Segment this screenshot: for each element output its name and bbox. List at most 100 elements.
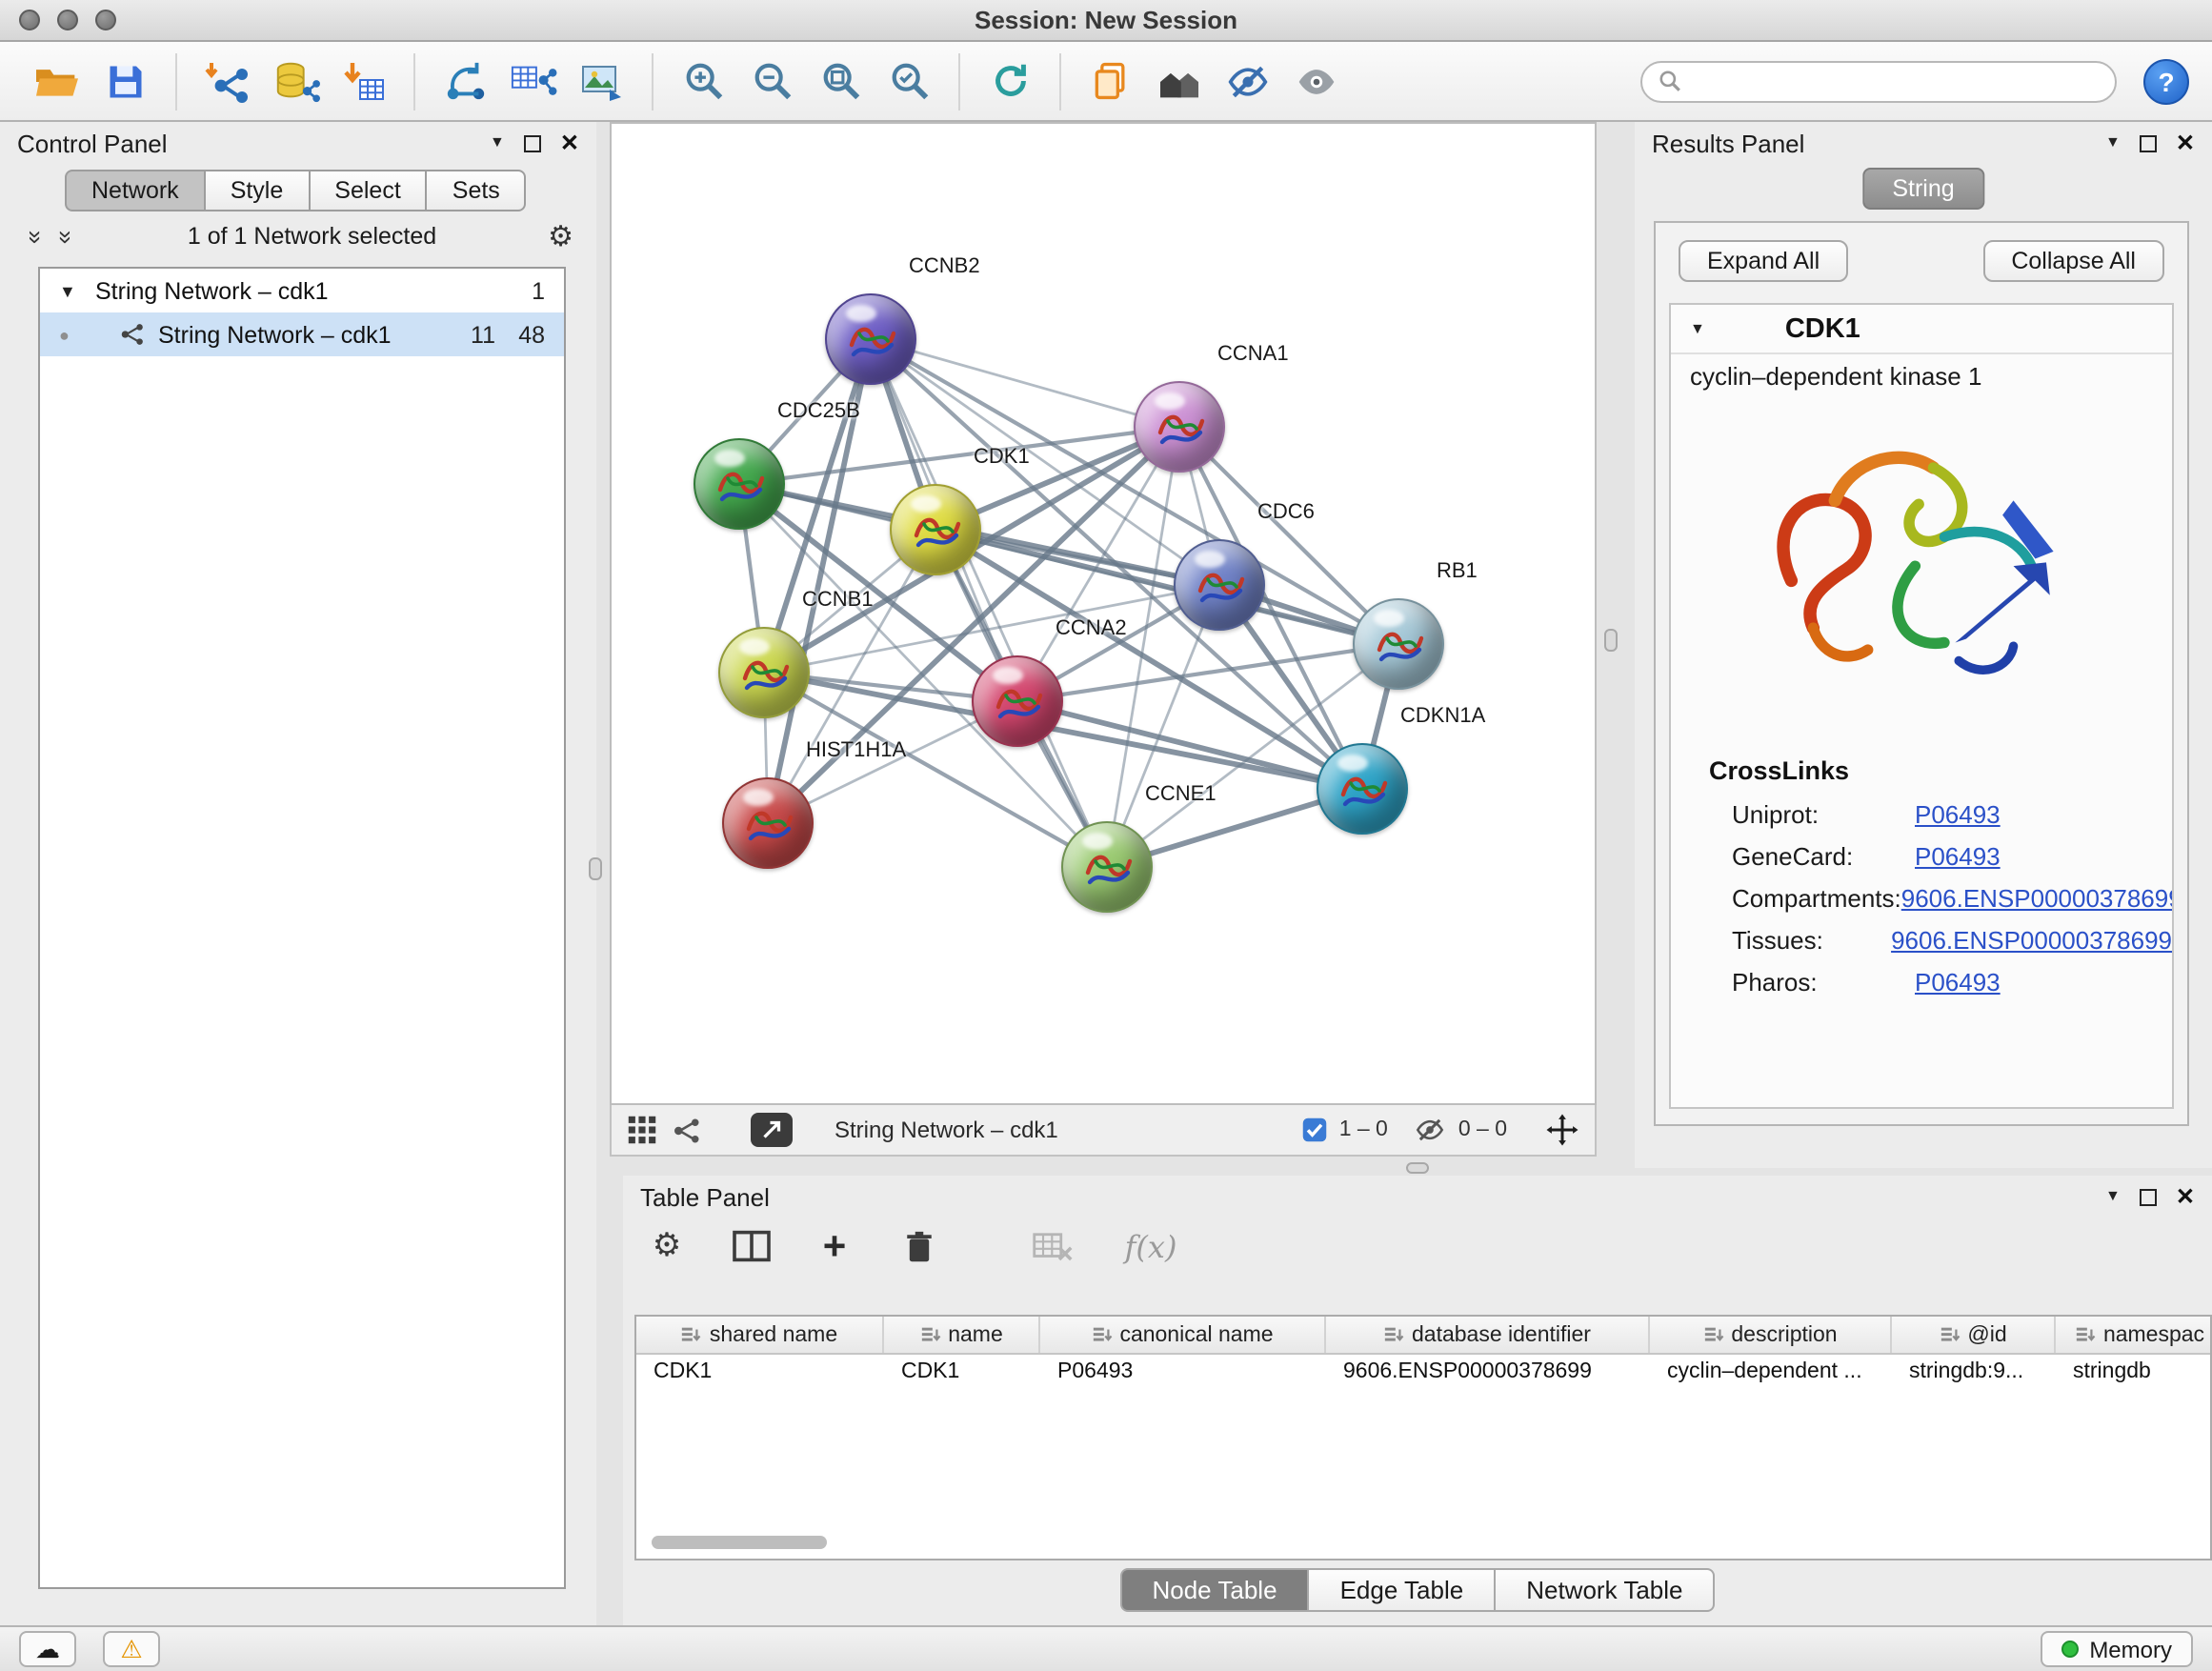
network-options-gear-icon[interactable]: ⚙ — [548, 222, 573, 251]
network-node-CCNE1[interactable] — [1061, 821, 1153, 913]
network-view-icon[interactable] — [673, 1116, 701, 1144]
zoom-fit-button[interactable] — [806, 49, 875, 113]
crosslink-value-link[interactable]: P06493 — [1915, 799, 2001, 828]
table-horizontal-scrollbar[interactable] — [652, 1536, 827, 1549]
column-header-canonical-name[interactable]: canonical name — [1040, 1317, 1326, 1353]
tab-string[interactable]: String — [1861, 168, 1984, 210]
minimize-window-button[interactable] — [57, 10, 78, 30]
network-node-HIST1H1A[interactable] — [722, 777, 814, 869]
export-image-button[interactable] — [568, 49, 636, 113]
import-network-file-button[interactable] — [192, 49, 261, 113]
open-session-button[interactable] — [23, 49, 91, 113]
network-row[interactable]: ● String Network – cdk1 11 48 — [40, 312, 564, 356]
table-cell[interactable]: CDK1 — [636, 1355, 884, 1393]
cloud-status-button[interactable]: ☁ — [19, 1631, 76, 1667]
function-builder-button[interactable]: f(x) — [1126, 1221, 1176, 1271]
import-network-database-button[interactable] — [261, 49, 330, 113]
column-header-database-identifier[interactable]: database identifier — [1326, 1317, 1650, 1353]
column-header-shared-name[interactable]: shared name — [636, 1317, 884, 1353]
search-input[interactable] — [1692, 68, 2100, 94]
zoom-out-button[interactable] — [737, 49, 806, 113]
close-window-button[interactable] — [19, 10, 40, 30]
column-header-name[interactable]: name — [884, 1317, 1040, 1353]
toolbar-search-field[interactable] — [1640, 60, 2117, 102]
column-header--id[interactable]: @id — [1892, 1317, 2056, 1353]
table-options-button[interactable]: ⚙ — [642, 1221, 692, 1271]
create-column-button[interactable]: + — [810, 1221, 859, 1271]
tab-sets[interactable]: Sets — [428, 170, 527, 211]
network-node-CCNB1[interactable] — [718, 627, 810, 718]
panel-close-icon[interactable]: ✕ — [2176, 131, 2195, 154]
copy-document-button[interactable] — [1076, 49, 1145, 113]
save-session-button[interactable] — [91, 49, 160, 113]
table-cell[interactable]: cyclin–dependent ... — [1650, 1355, 1892, 1393]
grid-view-icon[interactable] — [627, 1115, 657, 1145]
zoom-in-button[interactable] — [669, 49, 737, 113]
show-columns-button[interactable] — [726, 1221, 775, 1271]
zoom-window-button[interactable] — [95, 10, 116, 30]
table-cell[interactable]: stringdb — [2056, 1355, 2212, 1393]
network-node-CDK1[interactable] — [890, 484, 981, 575]
collapse-all-icon[interactable]: » — [22, 223, 50, 250]
warnings-button[interactable]: ⚠ — [103, 1631, 160, 1667]
expand-all-button[interactable]: Expand All — [1679, 240, 1848, 282]
network-node-CDC25B[interactable] — [694, 438, 785, 530]
tab-network-table[interactable]: Network Table — [1496, 1568, 1715, 1612]
column-header-description[interactable]: description — [1650, 1317, 1892, 1353]
tab-edge-table[interactable]: Edge Table — [1310, 1568, 1497, 1612]
panel-float-icon[interactable] — [524, 134, 541, 151]
network-node-RB1[interactable] — [1353, 598, 1444, 690]
column-header-namespac[interactable]: namespac — [2056, 1317, 2212, 1353]
help-button[interactable]: ? — [2143, 58, 2189, 104]
delete-column-button[interactable] — [894, 1221, 943, 1271]
table-cell[interactable]: CDK1 — [884, 1355, 1040, 1393]
panel-float-icon[interactable] — [2140, 134, 2157, 151]
network-from-table-button[interactable] — [499, 49, 568, 113]
panel-menu-icon[interactable]: ▼ — [2105, 135, 2121, 151]
tab-node-table[interactable]: Node Table — [1119, 1568, 1309, 1612]
table-cell[interactable]: P06493 — [1040, 1355, 1326, 1393]
birdseye-toggle-button[interactable] — [751, 1113, 793, 1147]
table-row[interactable]: CDK1CDK1P064939606.ENSP00000378699cyclin… — [636, 1355, 2210, 1393]
gene-collapse-icon[interactable]: ▼ — [1690, 321, 1705, 336]
import-table-button[interactable] — [330, 49, 398, 113]
memory-button[interactable]: Memory — [2040, 1631, 2193, 1667]
network-node-CCNB2[interactable] — [825, 293, 916, 385]
tree-expand-icon[interactable]: ▼ — [59, 281, 82, 300]
crosslink-value-link[interactable]: P06493 — [1915, 967, 2001, 996]
apply-layout-button[interactable] — [975, 49, 1044, 113]
network-collection-row[interactable]: ▼ String Network – cdk1 1 — [40, 269, 564, 312]
hide-selected-button[interactable] — [1214, 49, 1282, 113]
crosslink-value-link[interactable]: 9606.ENSP00000378699 — [1891, 925, 2172, 954]
tab-network[interactable]: Network — [65, 170, 206, 211]
network-node-CCNA1[interactable] — [1134, 381, 1225, 473]
splitter-handle[interactable] — [1604, 629, 1618, 652]
show-all-button[interactable] — [1282, 49, 1351, 113]
network-canvas[interactable]: CCNB2CCNA1CDC25BCDK1CDC6RB1CCNB1CCNA2CDK… — [610, 122, 1597, 1105]
panel-menu-icon[interactable]: ▼ — [2105, 1189, 2121, 1204]
panel-float-icon[interactable] — [2140, 1188, 2157, 1205]
panel-close-icon[interactable]: ✕ — [560, 131, 579, 154]
network-edge[interactable] — [871, 339, 1107, 867]
crosslink-value-link[interactable]: 9606.ENSP00000378699 — [1901, 883, 2174, 912]
gene-header-row[interactable]: ▼ CDK1 — [1671, 305, 2172, 354]
zoom-selected-button[interactable] — [875, 49, 943, 113]
table-cell[interactable]: stringdb:9... — [1892, 1355, 2056, 1393]
pan-move-icon[interactable] — [1545, 1113, 1579, 1147]
expand-all-icon[interactable]: « — [49, 223, 77, 250]
panel-menu-icon[interactable]: ▼ — [490, 135, 505, 151]
splitter-handle[interactable] — [589, 857, 602, 880]
table-cell[interactable]: 9606.ENSP00000378699 — [1326, 1355, 1650, 1393]
new-network-button[interactable] — [431, 49, 499, 113]
tab-select[interactable]: Select — [310, 170, 428, 211]
collapse-all-button[interactable]: Collapse All — [1982, 240, 2164, 282]
graphics-details-button[interactable] — [1145, 49, 1214, 113]
splitter-handle[interactable] — [1406, 1162, 1429, 1174]
hidden-elements-eye-icon[interactable] — [1415, 1117, 1447, 1143]
tab-style[interactable]: Style — [206, 170, 311, 211]
network-node-CDKN1A[interactable] — [1317, 743, 1408, 835]
network-node-CCNA2[interactable] — [972, 655, 1063, 747]
selected-nodes-checkbox-icon[interactable] — [1301, 1117, 1328, 1143]
network-node-CDC6[interactable] — [1174, 539, 1265, 631]
crosslink-value-link[interactable]: P06493 — [1915, 841, 2001, 870]
